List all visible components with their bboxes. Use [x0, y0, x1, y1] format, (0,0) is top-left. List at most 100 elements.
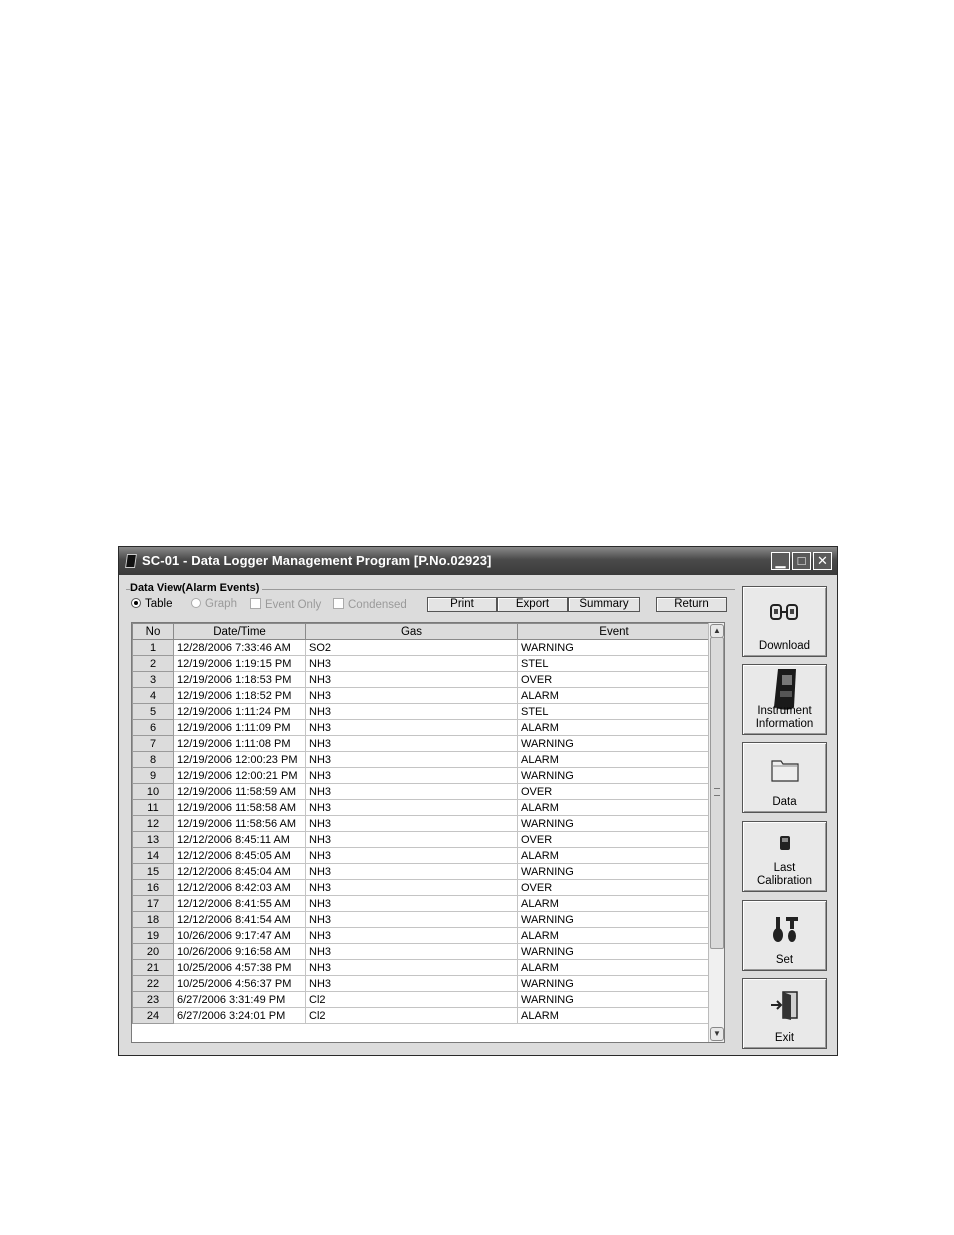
cell-datetime[interactable]: 12/19/2006 1:19:15 PM — [173, 655, 306, 672]
cell-gas[interactable]: NH3 — [305, 655, 518, 672]
header-gas[interactable]: Gas — [305, 623, 518, 640]
return-button[interactable]: Return — [656, 597, 727, 612]
cell-no[interactable]: 11 — [132, 799, 174, 816]
cell-gas[interactable]: NH3 — [305, 911, 518, 928]
table-row[interactable]: 22 10/25/2006 4:56:37 PM NH3 WARNING — [132, 975, 711, 992]
cell-no[interactable]: 1 — [132, 639, 174, 656]
cell-no[interactable]: 5 — [132, 703, 174, 720]
cell-event[interactable]: ALARM — [517, 895, 711, 912]
table-row[interactable]: 14 12/12/2006 8:45:05 AM NH3 ALARM — [132, 847, 711, 864]
cell-datetime[interactable]: 12/19/2006 11:58:58 AM — [173, 799, 306, 816]
cell-event[interactable]: ALARM — [517, 927, 711, 944]
table-row[interactable]: 24 6/27/2006 3:24:01 PM Cl2 ALARM — [132, 1007, 711, 1024]
cell-event[interactable]: WARNING — [517, 911, 711, 928]
header-datetime[interactable]: Date/Time — [173, 623, 306, 640]
cell-gas[interactable]: NH3 — [305, 847, 518, 864]
cell-event[interactable]: WARNING — [517, 863, 711, 880]
cell-gas[interactable]: NH3 — [305, 863, 518, 880]
cell-no[interactable]: 20 — [132, 943, 174, 960]
maximize-button[interactable]: □ — [792, 552, 811, 570]
cell-no[interactable]: 16 — [132, 879, 174, 896]
cell-gas[interactable]: NH3 — [305, 927, 518, 944]
cell-event[interactable]: WARNING — [517, 815, 711, 832]
vertical-scrollbar[interactable]: ▲ ▼ — [708, 623, 724, 1042]
cell-gas[interactable]: NH3 — [305, 687, 518, 704]
cell-datetime[interactable]: 12/19/2006 1:18:52 PM — [173, 687, 306, 704]
cell-datetime[interactable]: 12/12/2006 8:45:05 AM — [173, 847, 306, 864]
table-row[interactable]: 13 12/12/2006 8:45:11 AM NH3 OVER — [132, 831, 711, 848]
table-row[interactable]: 23 6/27/2006 3:31:49 PM Cl2 WARNING — [132, 991, 711, 1008]
set-button[interactable]: Set — [742, 900, 827, 971]
cell-no[interactable]: 19 — [132, 927, 174, 944]
cell-gas[interactable]: NH3 — [305, 783, 518, 800]
cell-datetime[interactable]: 12/19/2006 11:58:56 AM — [173, 815, 306, 832]
cell-gas[interactable]: NH3 — [305, 831, 518, 848]
cell-datetime[interactable]: 10/26/2006 9:16:58 AM — [173, 943, 306, 960]
cell-no[interactable]: 24 — [132, 1007, 174, 1024]
data-button[interactable]: Data — [742, 742, 827, 813]
cell-datetime[interactable]: 12/12/2006 8:45:04 AM — [173, 863, 306, 880]
table-row[interactable]: 18 12/12/2006 8:41:54 AM NH3 WARNING — [132, 911, 711, 928]
cell-gas[interactable]: NH3 — [305, 767, 518, 784]
scroll-down-icon[interactable]: ▼ — [710, 1027, 724, 1041]
minimize-button[interactable]: ▁ — [771, 552, 790, 570]
cell-datetime[interactable]: 12/12/2006 8:41:54 AM — [173, 911, 306, 928]
scroll-thumb[interactable] — [710, 637, 724, 949]
cell-gas[interactable]: Cl2 — [305, 1007, 518, 1024]
cell-datetime[interactable]: 12/19/2006 1:11:08 PM — [173, 735, 306, 752]
cell-no[interactable]: 9 — [132, 767, 174, 784]
cell-event[interactable]: WARNING — [517, 991, 711, 1008]
cell-event[interactable]: OVER — [517, 783, 711, 800]
cell-datetime[interactable]: 10/25/2006 4:57:38 PM — [173, 959, 306, 976]
cell-no[interactable]: 7 — [132, 735, 174, 752]
cell-event[interactable]: ALARM — [517, 799, 711, 816]
summary-button[interactable]: Summary — [568, 597, 640, 612]
table-row[interactable]: 20 10/26/2006 9:16:58 AM NH3 WARNING — [132, 943, 711, 960]
cell-gas[interactable]: NH3 — [305, 943, 518, 960]
cell-no[interactable]: 8 — [132, 751, 174, 768]
cell-datetime[interactable]: 12/12/2006 8:41:55 AM — [173, 895, 306, 912]
cell-no[interactable]: 15 — [132, 863, 174, 880]
cell-datetime[interactable]: 12/19/2006 1:18:53 PM — [173, 671, 306, 688]
table-row[interactable]: 19 10/26/2006 9:17:47 AM NH3 ALARM — [132, 927, 711, 944]
cell-gas[interactable]: NH3 — [305, 735, 518, 752]
table-row[interactable]: 1 12/28/2006 7:33:46 AM SO2 WARNING — [132, 639, 711, 656]
download-button[interactable]: Download — [742, 586, 827, 657]
last-calibration-button[interactable]: Last Calibration — [742, 821, 827, 892]
cell-no[interactable]: 17 — [132, 895, 174, 912]
cell-no[interactable]: 13 — [132, 831, 174, 848]
cell-event[interactable]: ALARM — [517, 687, 711, 704]
table-row[interactable]: 4 12/19/2006 1:18:52 PM NH3 ALARM — [132, 687, 711, 704]
cell-datetime[interactable]: 12/19/2006 1:11:24 PM — [173, 703, 306, 720]
cell-gas[interactable]: NH3 — [305, 895, 518, 912]
cell-datetime[interactable]: 10/25/2006 4:56:37 PM — [173, 975, 306, 992]
cell-gas[interactable]: NH3 — [305, 719, 518, 736]
cell-gas[interactable]: NH3 — [305, 799, 518, 816]
header-no[interactable]: No — [132, 623, 174, 640]
export-button[interactable]: Export — [497, 597, 568, 612]
cell-gas[interactable]: Cl2 — [305, 991, 518, 1008]
table-row[interactable]: 2 12/19/2006 1:19:15 PM NH3 STEL — [132, 655, 711, 672]
table-row[interactable]: 16 12/12/2006 8:42:03 AM NH3 OVER — [132, 879, 711, 896]
cell-event[interactable]: STEL — [517, 703, 711, 720]
cell-no[interactable]: 18 — [132, 911, 174, 928]
cell-datetime[interactable]: 12/19/2006 1:11:09 PM — [173, 719, 306, 736]
cell-datetime[interactable]: 12/19/2006 12:00:21 PM — [173, 767, 306, 784]
events-table[interactable]: No Date/Time Gas Event 1 12/28/2006 7:33:… — [131, 622, 725, 1043]
cell-event[interactable]: STEL — [517, 655, 711, 672]
scroll-up-icon[interactable]: ▲ — [710, 624, 724, 638]
cell-event[interactable]: WARNING — [517, 735, 711, 752]
table-row[interactable]: 3 12/19/2006 1:18:53 PM NH3 OVER — [132, 671, 711, 688]
cell-event[interactable]: OVER — [517, 831, 711, 848]
cell-event[interactable]: ALARM — [517, 751, 711, 768]
title-bar[interactable]: SC-01 - Data Logger Management Program [… — [119, 547, 837, 575]
cell-event[interactable]: OVER — [517, 671, 711, 688]
cell-event[interactable]: WARNING — [517, 639, 711, 656]
exit-button[interactable]: Exit — [742, 978, 827, 1049]
cell-gas[interactable]: NH3 — [305, 671, 518, 688]
table-row[interactable]: 7 12/19/2006 1:11:08 PM NH3 WARNING — [132, 735, 711, 752]
table-row[interactable]: 10 12/19/2006 11:58:59 AM NH3 OVER — [132, 783, 711, 800]
cell-gas[interactable]: NH3 — [305, 815, 518, 832]
table-row[interactable]: 17 12/12/2006 8:41:55 AM NH3 ALARM — [132, 895, 711, 912]
cell-datetime[interactable]: 12/19/2006 11:58:59 AM — [173, 783, 306, 800]
